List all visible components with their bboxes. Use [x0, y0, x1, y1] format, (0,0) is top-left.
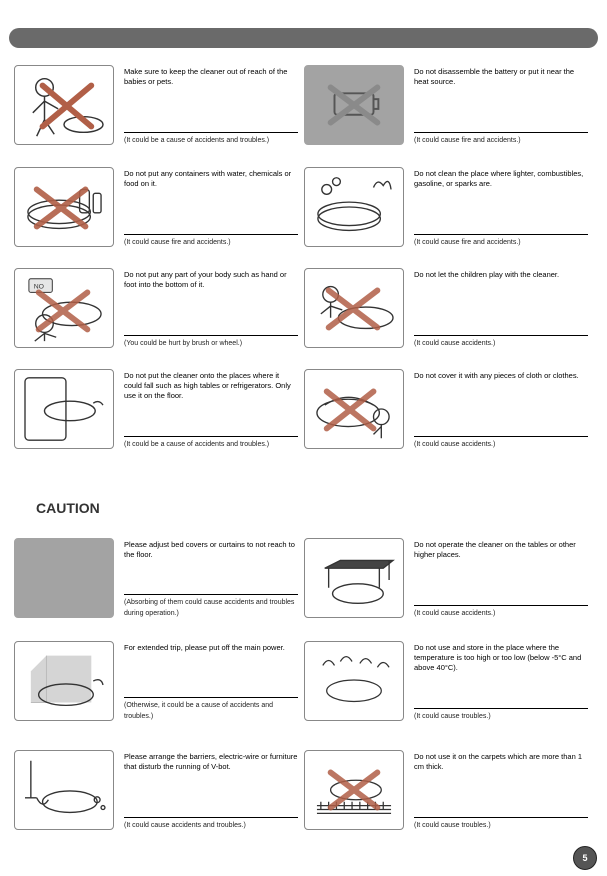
warning-title: Do not put any part of your body such as…: [124, 270, 298, 290]
warning-sub: (You could be hurt by brush or wheel.): [124, 340, 242, 347]
page-number: 5: [582, 853, 587, 863]
warning-text: Please adjust bed covers or curtains to …: [114, 538, 304, 618]
warning-title: Please arrange the barriers, electric-wi…: [124, 752, 298, 772]
warning-row: Please arrange the barriers, electric-wi…: [14, 750, 594, 830]
warning-title: Do not cover it with any pieces of cloth…: [414, 371, 588, 381]
warning-title: Do not put any containers with water, ch…: [124, 169, 298, 189]
warning-title: Do not let the children play with the cl…: [414, 270, 588, 280]
warning-sub: (It could cause fire and accidents.): [414, 137, 521, 144]
warning-row: Do not put the cleaner onto the places w…: [14, 369, 594, 449]
warning-text: Do not put the cleaner onto the places w…: [114, 369, 304, 449]
warning-text: Do not put any part of your body such as…: [114, 268, 304, 348]
warning-sub: (It could be a cause of accidents and tr…: [124, 441, 269, 448]
warning-cell: Do not put the cleaner onto the places w…: [14, 369, 304, 449]
warning-title: Do not use it on the carpets which are m…: [414, 752, 588, 772]
header-bar: [9, 28, 598, 48]
warning-cell: Do not operate the cleaner on the tables…: [304, 538, 594, 618]
warning-text: Make sure to keep the cleaner out of rea…: [114, 65, 304, 145]
illustration-cover-cloth: [304, 369, 404, 449]
warning-cell: Please adjust bed covers or curtains to …: [14, 538, 304, 618]
warning-cell: NO Do not put any part of your body such…: [14, 268, 304, 348]
warning-title: For extended trip, please put off the ma…: [124, 643, 298, 653]
warning-row: Please adjust bed covers or curtains to …: [14, 538, 594, 618]
warning-row: NO Do not put any part of your body such…: [14, 268, 594, 348]
warning-text: Do not put any containers with water, ch…: [114, 167, 304, 247]
illustration-bedcover: [14, 538, 114, 618]
svg-text:NO: NO: [34, 284, 44, 291]
warning-sub: (Absorbing of them could cause accidents…: [124, 599, 294, 616]
warning-text: For extended trip, please put off the ma…: [114, 641, 304, 721]
warning-sub: (It could cause fire and accidents.): [124, 239, 231, 246]
warning-row: For extended trip, please put off the ma…: [14, 641, 594, 721]
illustration-on-table: [304, 538, 404, 618]
warning-title: Do not use and store in the place where …: [414, 643, 588, 673]
caution-label: CAUTION: [36, 500, 100, 516]
warning-title: Make sure to keep the cleaner out of rea…: [124, 67, 298, 87]
warning-cell: Do not put any containers with water, ch…: [14, 167, 304, 247]
warning-row: Do not put any containers with water, ch…: [14, 167, 594, 247]
warning-sub: (It could be a cause of accidents and tr…: [124, 137, 269, 144]
illustration-wires-barriers: [14, 750, 114, 830]
warning-title: Do not put the cleaner onto the places w…: [124, 371, 298, 401]
warning-title: Do not disassemble the battery or put it…: [414, 67, 588, 87]
warning-cell: Please arrange the barriers, electric-wi…: [14, 750, 304, 830]
page-number-badge: 5: [573, 846, 597, 870]
warning-text: Do not operate the cleaner on the tables…: [404, 538, 594, 618]
warning-cell: Do not let the children play with the cl…: [304, 268, 594, 348]
illustration-high-place: [14, 369, 114, 449]
warning-cell: Make sure to keep the cleaner out of rea…: [14, 65, 304, 145]
illustration-power-off-trip: [14, 641, 114, 721]
warning-text: Do not clean the place where lighter, co…: [404, 167, 594, 247]
illustration-battery-heat: [304, 65, 404, 145]
warning-cell: For extended trip, please put off the ma…: [14, 641, 304, 721]
illustration-flammable: [304, 167, 404, 247]
warning-title: Do not clean the place where lighter, co…: [414, 169, 588, 189]
warning-sub: (It could cause accidents.): [414, 610, 495, 617]
warning-title: Do not operate the cleaner on the tables…: [414, 540, 588, 560]
illustration-liquids-on-top: [14, 167, 114, 247]
warning-row: Make sure to keep the cleaner out of rea…: [14, 65, 594, 145]
warning-cell: Do not use and store in the place where …: [304, 641, 594, 721]
warning-sub: (It could cause fire and accidents.): [414, 239, 521, 246]
warning-text: Do not disassemble the battery or put it…: [404, 65, 594, 145]
illustration-thick-carpet: [304, 750, 404, 830]
warning-text: Do not cover it with any pieces of cloth…: [404, 369, 594, 449]
warning-text: Do not use it on the carpets which are m…: [404, 750, 594, 830]
warning-cell: Do not clean the place where lighter, co…: [304, 167, 594, 247]
warning-sub: (It could cause troubles.): [414, 713, 491, 720]
illustration-child-reach: [14, 65, 114, 145]
warning-cell: Do not use it on the carpets which are m…: [304, 750, 594, 830]
warning-text: Please arrange the barriers, electric-wi…: [114, 750, 304, 830]
warning-sub: (It could cause troubles.): [414, 822, 491, 829]
illustration-children-play: [304, 268, 404, 348]
warning-text: Do not let the children play with the cl…: [404, 268, 594, 348]
warning-sub: (It could cause accidents.): [414, 340, 495, 347]
warning-sub: (Otherwise, it could be a cause of accid…: [124, 702, 273, 719]
illustration-hand-under: NO: [14, 268, 114, 348]
illustration-temperature: [304, 641, 404, 721]
warning-cell: Do not cover it with any pieces of cloth…: [304, 369, 594, 449]
warning-text: Do not use and store in the place where …: [404, 641, 594, 721]
warning-sub: (It could cause accidents and troubles.): [124, 822, 246, 829]
warning-cell: Do not disassemble the battery or put it…: [304, 65, 594, 145]
warning-title: Please adjust bed covers or curtains to …: [124, 540, 298, 560]
warning-sub: (It could cause accidents.): [414, 441, 495, 448]
